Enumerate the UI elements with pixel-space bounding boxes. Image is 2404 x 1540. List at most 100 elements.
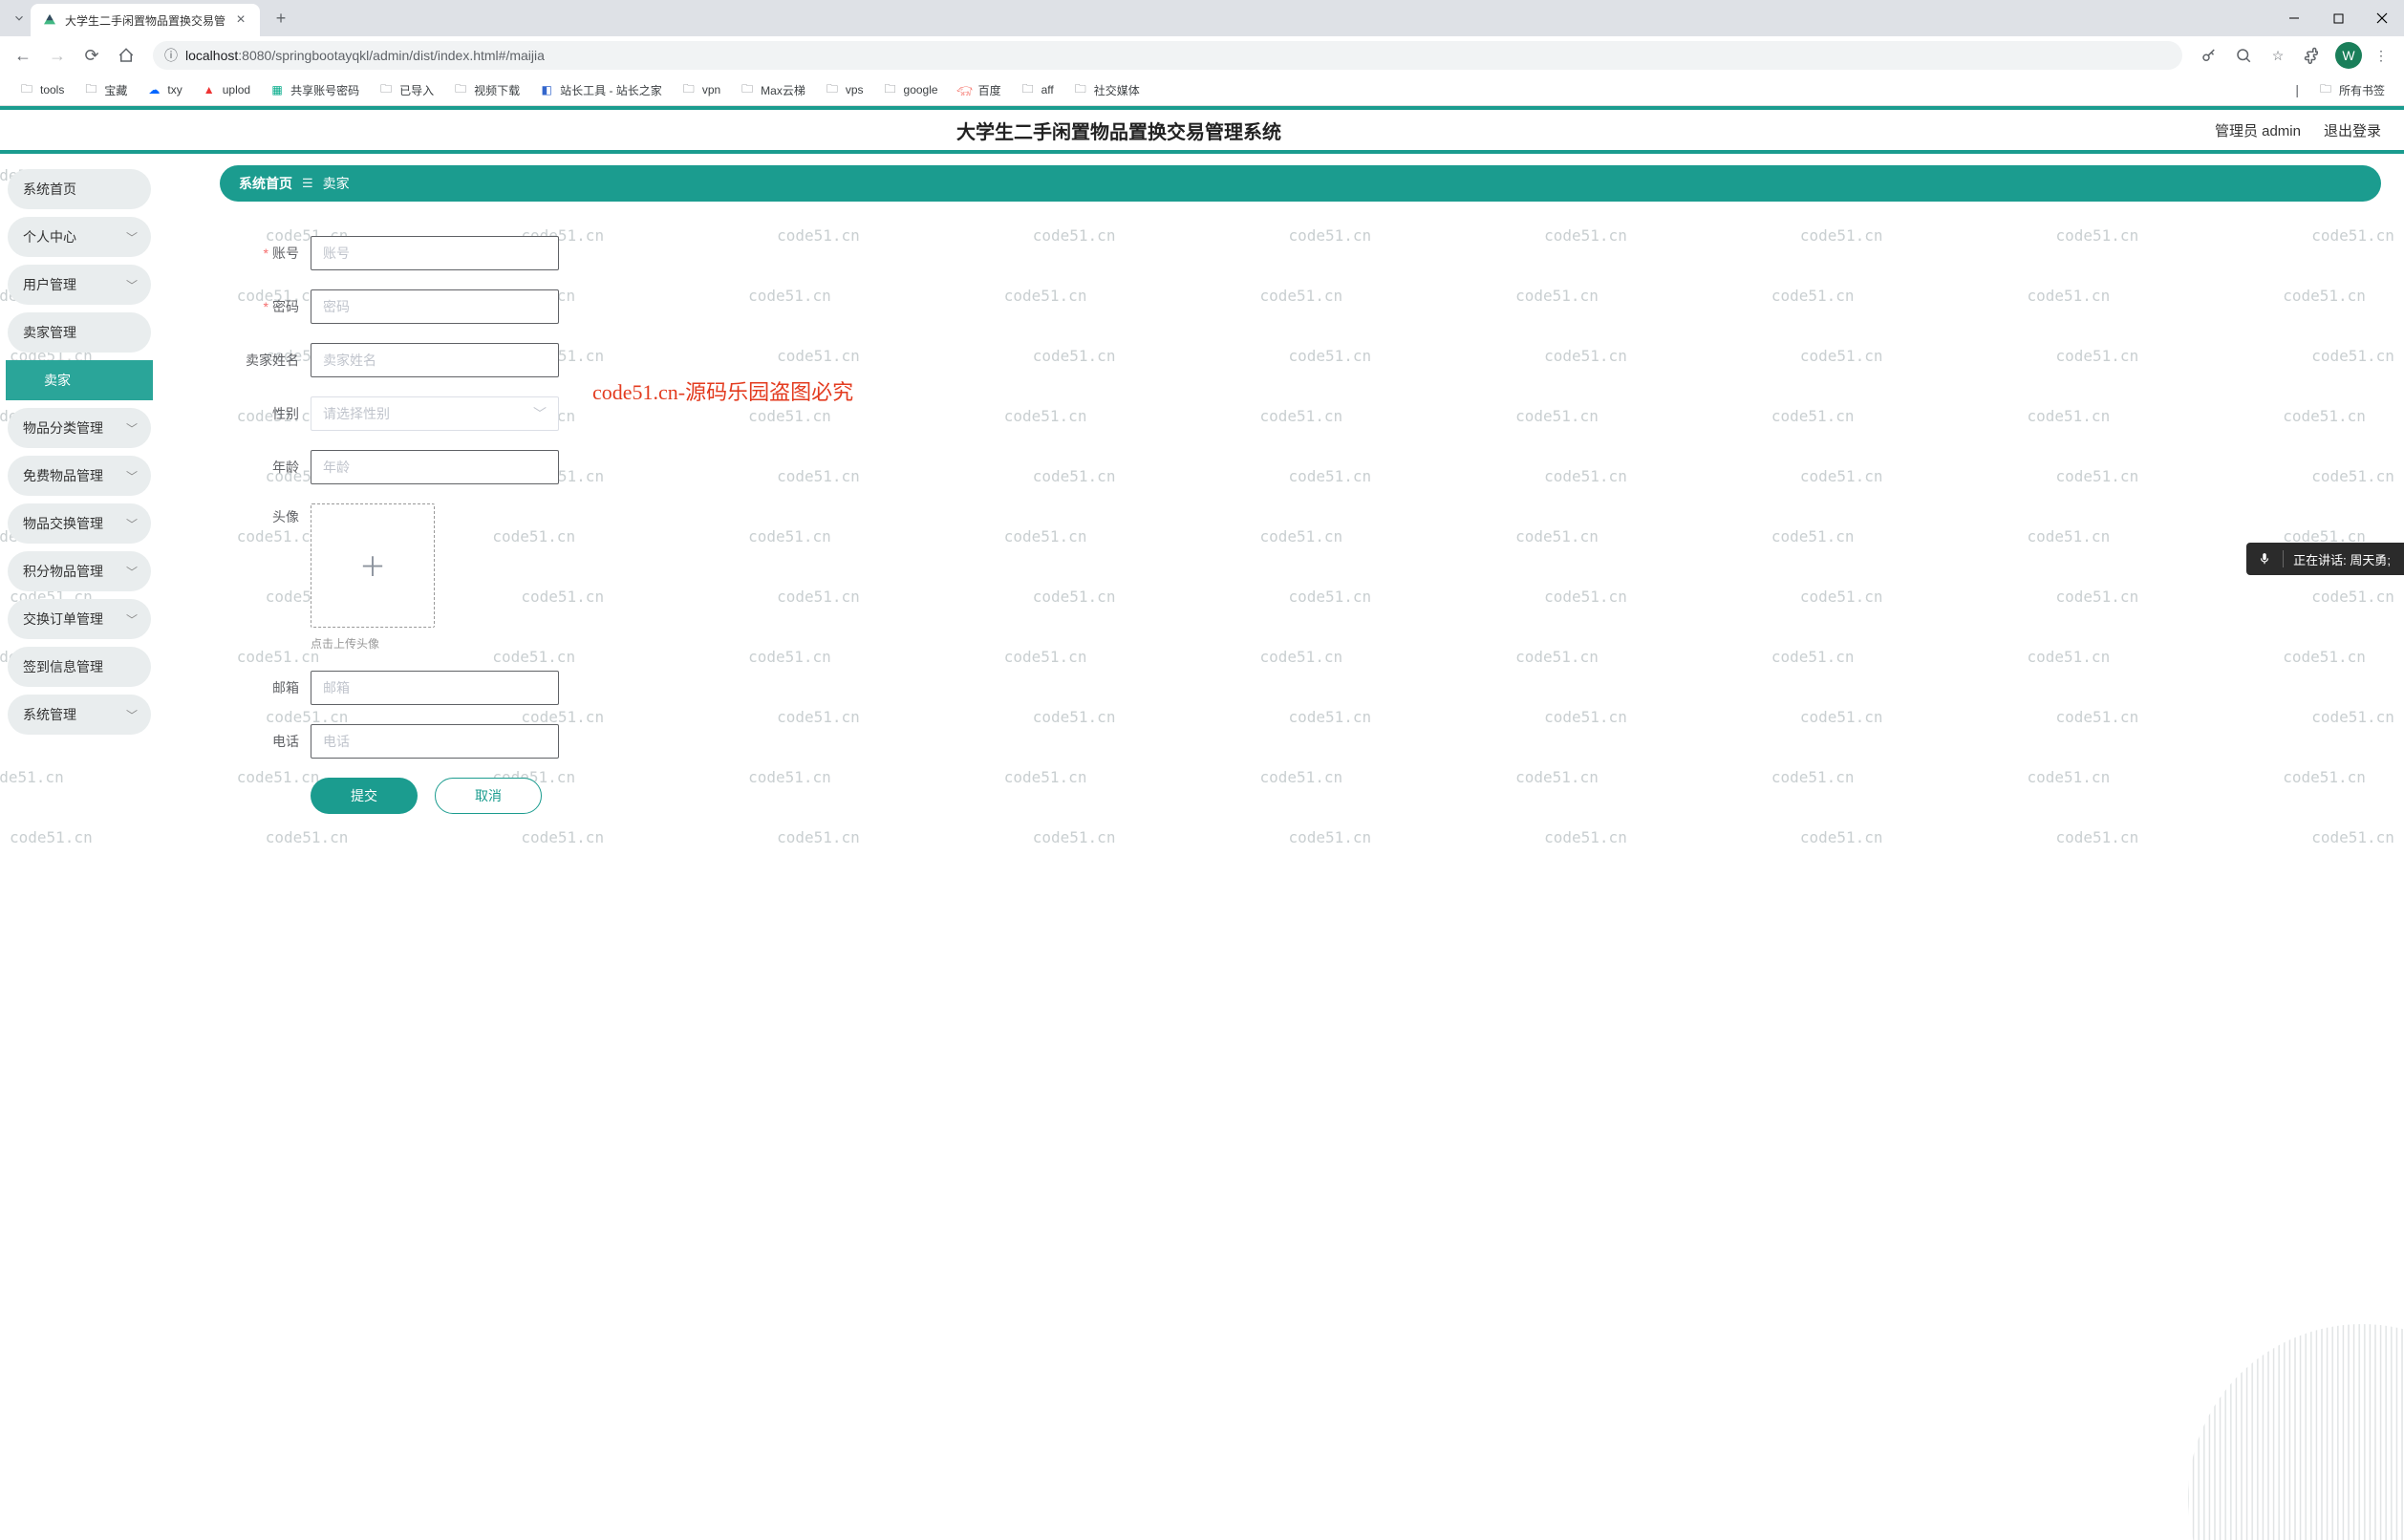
- chevron-down-icon: ﹀: [533, 404, 547, 423]
- bookmark-vpn[interactable]: 🗀vpn: [674, 78, 728, 101]
- home-button[interactable]: [111, 40, 141, 71]
- sidebar-item-free-items[interactable]: 免费物品管理﹀: [8, 456, 151, 496]
- browser-tab[interactable]: 大学生二手闲置物品置换交易管 ×: [31, 4, 260, 36]
- sidebar-item-personal[interactable]: 个人中心﹀: [8, 217, 151, 257]
- sidebar-subitem-seller[interactable]: 卖家: [6, 360, 153, 400]
- input-phone[interactable]: [311, 724, 559, 759]
- chevron-down-icon: ﹀: [126, 468, 138, 484]
- all-bookmarks-button[interactable]: 🗀所有书签: [2310, 78, 2393, 102]
- back-button[interactable]: ←: [8, 40, 38, 71]
- logout-link[interactable]: 退出登录: [2324, 120, 2381, 140]
- bookmark-maxyunti[interactable]: 🗀Max云梯: [732, 78, 813, 102]
- url-bar[interactable]: ⓘ localhost:8080/springbootayqkl/admin/d…: [153, 41, 2182, 70]
- bookmark-video-dl[interactable]: 🗀视频下载: [445, 78, 527, 102]
- bookmark-social[interactable]: 🗀社交媒体: [1065, 78, 1148, 102]
- tab-title: 大学生二手闲置物品置换交易管: [65, 12, 225, 29]
- breadcrumb: 系统首页 ☰ 卖家: [220, 165, 2381, 202]
- breadcrumb-home[interactable]: 系统首页: [239, 174, 292, 193]
- label-gender: 性别: [220, 404, 311, 423]
- url-text: localhost:8080/springbootayqkl/admin/dis…: [185, 48, 545, 63]
- main-content: 系统首页 ☰ 卖家 code51.cn-源码乐园盗图必究 *账号 *密码 卖家姓…: [153, 154, 2404, 1537]
- sidebar-item-points[interactable]: 积分物品管理﹀: [8, 551, 151, 591]
- bookmark-baidu[interactable]: 𓃟百度: [950, 78, 1009, 102]
- label-email: 邮箱: [220, 678, 311, 697]
- chevron-down-icon: ﹀: [126, 229, 138, 246]
- sidebar-item-exchange[interactable]: 物品交换管理﹀: [8, 503, 151, 544]
- reload-button[interactable]: ⟳: [76, 40, 107, 71]
- sidebar-item-users[interactable]: 用户管理﹀: [8, 265, 151, 305]
- select-placeholder: 请选择性别: [323, 404, 390, 423]
- label-age: 年龄: [220, 458, 311, 477]
- bookmark-shared-pwd[interactable]: ▦共享账号密码: [262, 78, 367, 102]
- seller-form: *账号 *密码 卖家姓名 性别 请选择性别 ﹀: [220, 236, 831, 814]
- submit-button[interactable]: 提交: [311, 778, 418, 814]
- bookmark-txy[interactable]: ☁txy: [139, 78, 189, 101]
- minimize-button[interactable]: [2272, 0, 2316, 36]
- chevron-down-icon: ﹀: [126, 277, 138, 293]
- password-key-icon[interactable]: [2194, 40, 2224, 71]
- plus-icon: ＋: [359, 546, 386, 585]
- address-bar: ← → ⟳ ⓘ localhost:8080/springbootayqkl/a…: [0, 36, 2404, 75]
- extensions-icon[interactable]: [2297, 40, 2328, 71]
- user-label[interactable]: 管理员 admin: [2215, 120, 2301, 140]
- window-controls: [2272, 0, 2404, 36]
- sidebar-item-sellers[interactable]: 卖家管理: [8, 312, 151, 353]
- vue-favicon: [42, 12, 57, 28]
- voice-indicator[interactable]: 正在讲话: 周天勇;: [2246, 543, 2404, 575]
- forward-button[interactable]: →: [42, 40, 73, 71]
- bookmark-aff[interactable]: 🗀aff: [1013, 78, 1062, 101]
- app-root: code51.cncode51.cncode51.cncode51.cncode…: [0, 106, 2404, 1537]
- input-age[interactable]: [311, 450, 559, 484]
- tab-bar: 大学生二手闲置物品置换交易管 × +: [0, 0, 2404, 36]
- bookmark-google[interactable]: 🗀google: [875, 78, 946, 101]
- app-header: 大学生二手闲置物品置换交易管理系统 管理员 admin 退出登录: [0, 106, 2404, 154]
- sidebar-item-home[interactable]: 系统首页: [8, 169, 151, 209]
- cancel-button[interactable]: 取消: [435, 778, 542, 814]
- label-seller-name: 卖家姓名: [220, 351, 311, 370]
- app-title: 大学生二手闲置物品置换交易管理系统: [23, 117, 2215, 144]
- new-tab-button[interactable]: +: [268, 5, 294, 32]
- input-email[interactable]: [311, 671, 559, 705]
- label-account: *账号: [220, 244, 311, 263]
- maximize-button[interactable]: [2316, 0, 2360, 36]
- app-body: 系统首页 个人中心﹀ 用户管理﹀ 卖家管理 卖家 物品分类管理﹀ 免费物品管理﹀…: [0, 154, 2404, 1537]
- bookmark-star-icon[interactable]: ☆: [2263, 40, 2293, 71]
- label-phone: 电话: [220, 732, 311, 751]
- bookmarks-overflow[interactable]: |: [2287, 82, 2307, 97]
- chevron-down-icon: ﹀: [126, 611, 138, 628]
- sidebar-item-system[interactable]: 系统管理﹀: [8, 695, 151, 735]
- avatar-hint: 点击上传头像: [311, 635, 435, 652]
- zoom-icon[interactable]: [2228, 40, 2259, 71]
- chevron-down-icon: ﹀: [126, 516, 138, 532]
- profile-avatar[interactable]: W: [2335, 42, 2362, 69]
- breadcrumb-page: 卖家: [323, 174, 350, 193]
- browser-chrome: 大学生二手闲置物品置换交易管 × + ← → ⟳ ⓘ localhost:808…: [0, 0, 2404, 106]
- sidebar: 系统首页 个人中心﹀ 用户管理﹀ 卖家管理 卖家 物品分类管理﹀ 免费物品管理﹀…: [0, 154, 153, 1537]
- bookmark-baozang[interactable]: 🗀宝藏: [75, 78, 135, 102]
- breadcrumb-separator-icon: ☰: [302, 176, 313, 191]
- label-avatar: 头像: [220, 503, 311, 526]
- sidebar-item-orders[interactable]: 交换订单管理﹀: [8, 599, 151, 639]
- bookmark-vps[interactable]: 🗀vps: [817, 78, 871, 101]
- label-password: *密码: [220, 297, 311, 316]
- close-button[interactable]: [2360, 0, 2404, 36]
- bookmark-imported[interactable]: 🗀已导入: [371, 78, 441, 102]
- chevron-down-icon: ﹀: [126, 707, 138, 723]
- input-account[interactable]: [311, 236, 559, 270]
- input-seller-name[interactable]: [311, 343, 559, 377]
- avatar-upload[interactable]: ＋: [311, 503, 435, 628]
- tab-close-icon[interactable]: ×: [233, 12, 248, 28]
- site-info-icon[interactable]: ⓘ: [164, 46, 178, 65]
- chevron-down-icon: ﹀: [126, 420, 138, 437]
- input-password[interactable]: [311, 289, 559, 324]
- menu-icon[interactable]: ⋮: [2366, 40, 2396, 71]
- select-gender[interactable]: 请选择性别 ﹀: [311, 396, 559, 431]
- user-area: 管理员 admin 退出登录: [2215, 120, 2381, 140]
- bookmark-zhanzhang[interactable]: ◧站长工具 - 站长之家: [531, 78, 670, 102]
- tab-search-button[interactable]: [8, 7, 31, 30]
- bookmarks-bar: 🗀tools 🗀宝藏 ☁txy ▲uplod ▦共享账号密码 🗀已导入 🗀视频下…: [0, 75, 2404, 105]
- sidebar-item-checkin[interactable]: 签到信息管理: [8, 647, 151, 687]
- bookmark-tools[interactable]: 🗀tools: [11, 78, 72, 101]
- sidebar-item-category[interactable]: 物品分类管理﹀: [8, 408, 151, 448]
- bookmark-uplod[interactable]: ▲uplod: [194, 78, 258, 101]
